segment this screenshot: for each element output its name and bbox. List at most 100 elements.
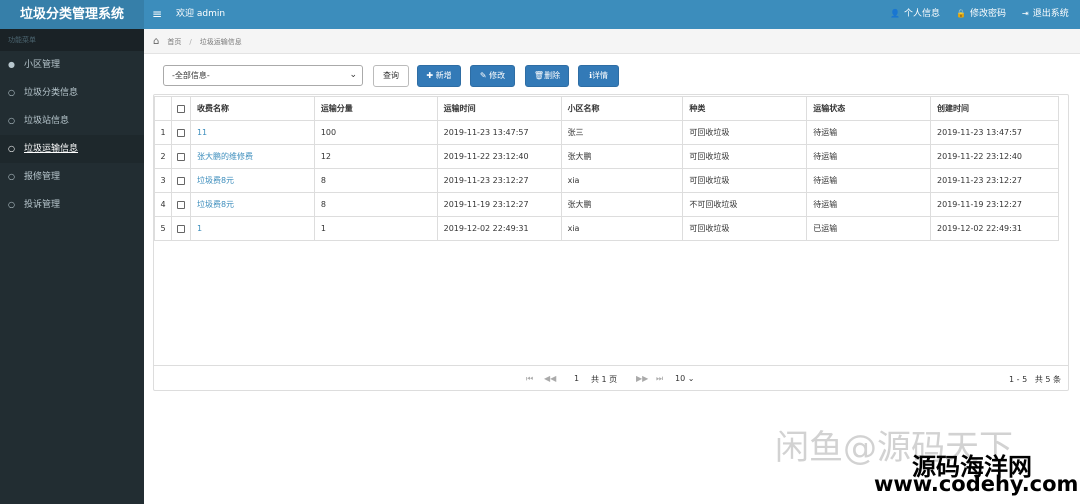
- row-number: 4: [154, 192, 172, 217]
- column-header[interactable]: 种类: [682, 96, 808, 121]
- add-button[interactable]: ✚ 新增: [417, 65, 461, 87]
- circle-icon: ○: [8, 172, 15, 181]
- pagination-info: 1 - 5 共 5 条: [1009, 375, 1061, 384]
- column-header[interactable]: 收费名称: [189, 96, 315, 121]
- sidebar-item-repair[interactable]: ○ 报修管理: [0, 163, 144, 191]
- sidebar-item-classification[interactable]: ○ 垃圾分类信息: [0, 79, 144, 107]
- table-row[interactable]: 4 垃圾费8元 8 2019-11-19 23:12:27 张大鹏 不可回收垃圾…: [154, 192, 1059, 217]
- user-icon: 👤: [890, 9, 900, 18]
- created-time-cell: 2019-11-19 23:12:27: [930, 192, 1059, 217]
- menu-toggle-icon[interactable]: ≡: [152, 0, 162, 28]
- total-pages: 共 1 页: [591, 375, 618, 384]
- edit-icon: ✎: [479, 71, 487, 80]
- table-header-row: 收费名称 运输分量 运输时间 小区名称 种类 运输状态 创建时间: [154, 96, 1059, 121]
- row-number: 1: [154, 120, 172, 145]
- sidebar-header: 功能菜单: [0, 29, 144, 51]
- quantity-cell: 8: [313, 168, 438, 193]
- edit-button[interactable]: ✎ 修改: [470, 65, 515, 87]
- lock-icon: 🔒: [956, 9, 966, 18]
- fee-name-cell[interactable]: 1: [189, 216, 315, 241]
- table-row[interactable]: 2 张大鹏的维修费 12 2019-11-22 23:12:40 张大鹏 可回收…: [154, 144, 1059, 169]
- created-time-cell: 2019-11-23 23:12:27: [930, 168, 1059, 193]
- profile-link[interactable]: 👤 个人信息: [890, 0, 940, 28]
- fee-name-cell[interactable]: 垃圾费8元: [189, 168, 315, 193]
- change-password-link[interactable]: 🔒 修改密码: [956, 0, 1006, 28]
- table-row[interactable]: 5 1 1 2019-12-02 22:49:31 xia 可回收垃圾 已运输 …: [154, 216, 1059, 241]
- prev-page-icon[interactable]: ◀◀: [544, 374, 556, 383]
- column-header[interactable]: 运输时间: [436, 96, 562, 121]
- transport-time-cell: 2019-11-23 23:12:27: [436, 168, 562, 193]
- filter-select[interactable]: -全部信息- ⌄: [163, 65, 363, 86]
- row-checkbox[interactable]: [170, 144, 191, 169]
- trash-icon: 🗑: [533, 71, 545, 80]
- status-cell: 待运输: [806, 120, 932, 145]
- plus-icon: ✚: [426, 71, 434, 80]
- user-icon: ●: [8, 60, 15, 69]
- fee-name-cell[interactable]: 张大鹏的维修费: [189, 144, 315, 169]
- created-time-cell: 2019-11-23 13:47:57: [930, 120, 1059, 145]
- kind-cell: 可回收垃圾: [682, 144, 808, 169]
- circle-icon: ○: [8, 200, 15, 209]
- first-page-icon[interactable]: ⏮: [526, 374, 533, 384]
- sidebar: 功能菜单 ● 小区管理 ○ 垃圾分类信息 ○ 垃圾站信息 ○ 垃圾运输信息 ○ 报修管理 …: [0, 29, 144, 504]
- kind-cell: 可回收垃圾: [682, 168, 808, 193]
- data-table-panel: 收费名称 运输分量 运输时间 小区名称 种类 运输状态 创建时间 1 11 10…: [153, 94, 1069, 391]
- row-checkbox[interactable]: [170, 216, 191, 241]
- created-time-cell: 2019-11-22 23:12:40: [930, 144, 1059, 169]
- sidebar-item-transport[interactable]: ○ 垃圾运输信息: [0, 135, 144, 163]
- logout-link[interactable]: ⇥ 退出系统: [1022, 0, 1069, 28]
- row-number: 3: [154, 168, 172, 193]
- breadcrumb: ⌂ 首页 / 垃圾运输信息: [144, 29, 1080, 54]
- breadcrumb-home[interactable]: 首页: [167, 38, 181, 46]
- status-cell: 待运输: [806, 144, 932, 169]
- column-header[interactable]: 运输状态: [806, 96, 932, 121]
- column-header[interactable]: 小区名称: [560, 96, 684, 121]
- logout-icon: ⇥: [1022, 9, 1029, 18]
- community-cell: xia: [560, 168, 684, 193]
- query-button[interactable]: 查询: [373, 65, 409, 87]
- quantity-cell: 100: [313, 120, 438, 145]
- community-cell: xia: [560, 216, 684, 241]
- home-icon[interactable]: ⌂: [153, 36, 159, 47]
- watermark-bottom: www.codehy.com: [874, 472, 1079, 496]
- circle-icon: ○: [8, 88, 15, 97]
- page-size-select[interactable]: 10 ⌄: [675, 374, 694, 383]
- delete-button[interactable]: 🗑删除: [525, 65, 569, 87]
- row-checkbox[interactable]: [170, 120, 191, 145]
- chevron-down-icon: ⌄: [687, 374, 695, 383]
- page-number-input[interactable]: 1: [574, 374, 579, 383]
- row-number: 5: [154, 216, 172, 241]
- column-header[interactable]: 创建时间: [930, 96, 1059, 121]
- column-header[interactable]: 运输分量: [313, 96, 438, 121]
- table-row[interactable]: 1 11 100 2019-11-23 13:47:57 张三 可回收垃圾 待运…: [154, 120, 1059, 145]
- select-all-checkbox[interactable]: [170, 96, 191, 121]
- welcome-text: 欢迎 admin: [176, 9, 226, 19]
- quantity-cell: 1: [313, 216, 438, 241]
- status-cell: 已运输: [806, 216, 932, 241]
- kind-cell: 不可回收垃圾: [682, 192, 808, 217]
- circle-icon: ○: [8, 116, 15, 125]
- quantity-cell: 12: [313, 144, 438, 169]
- fee-name-cell[interactable]: 11: [189, 120, 315, 145]
- kind-cell: 可回收垃圾: [682, 120, 808, 145]
- pagination-bar: ⏮ ◀◀ 1 共 1 页 ▶▶ ⏭ 10 ⌄ 1 - 5 共 5 条: [153, 365, 1069, 391]
- next-page-icon[interactable]: ▶▶: [636, 374, 648, 383]
- row-checkbox[interactable]: [170, 168, 191, 193]
- table-row[interactable]: 3 垃圾费8元 8 2019-11-23 23:12:27 xia 可回收垃圾 …: [154, 168, 1059, 193]
- row-checkbox[interactable]: [170, 192, 191, 217]
- detail-button[interactable]: ℹ详情: [578, 65, 619, 87]
- app-title: 垃圾分类管理系统: [0, 0, 144, 29]
- kind-cell: 可回收垃圾: [682, 216, 808, 241]
- transport-time-cell: 2019-11-19 23:12:27: [436, 192, 562, 217]
- community-cell: 张大鹏: [560, 144, 684, 169]
- fee-name-cell[interactable]: 垃圾费8元: [189, 192, 315, 217]
- sidebar-item-station[interactable]: ○ 垃圾站信息: [0, 107, 144, 135]
- circle-icon: ○: [8, 144, 15, 153]
- transport-time-cell: 2019-12-02 22:49:31: [436, 216, 562, 241]
- row-number-header: [154, 96, 172, 121]
- community-cell: 张三: [560, 120, 684, 145]
- last-page-icon[interactable]: ⏭: [656, 374, 663, 384]
- sidebar-item-complaint[interactable]: ○ 投诉管理: [0, 191, 144, 219]
- sidebar-item-community[interactable]: ● 小区管理: [0, 51, 144, 79]
- toolbar: -全部信息- ⌄ 查询 ✚ 新增 ✎ 修改 🗑删除 ℹ详情: [163, 65, 863, 87]
